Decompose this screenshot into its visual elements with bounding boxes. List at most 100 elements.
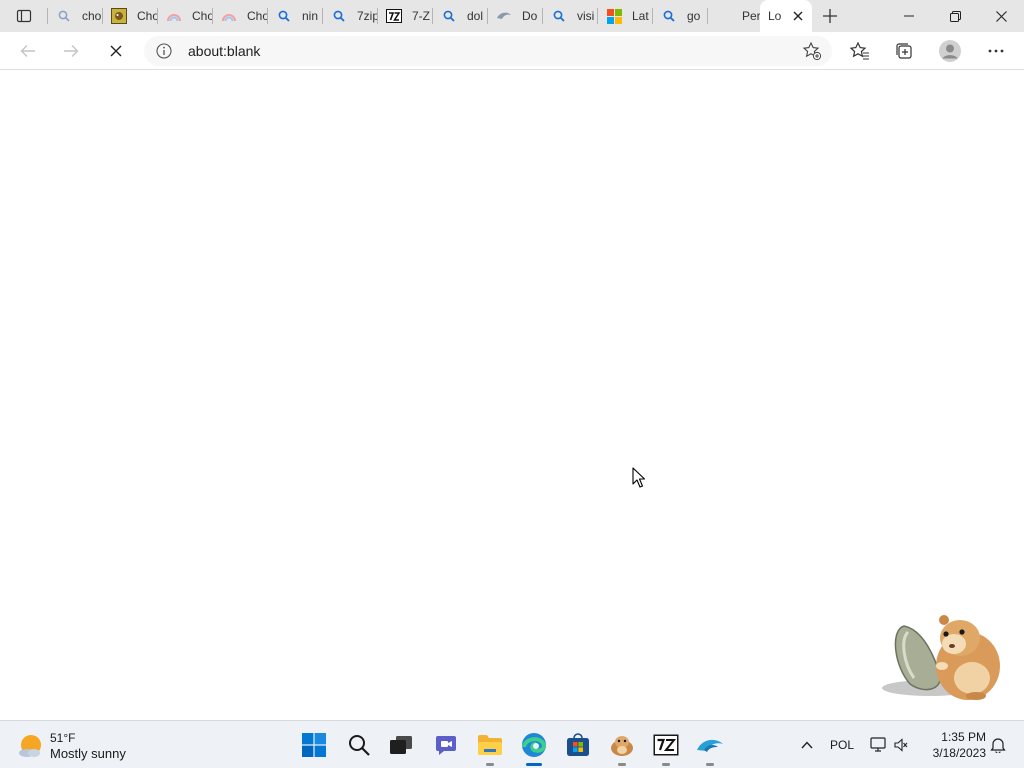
- tab[interactable]: 7-Z: [378, 4, 432, 28]
- edge-icon: [522, 733, 547, 757]
- tab[interactable]: visi: [543, 4, 597, 28]
- edge-button[interactable]: [516, 727, 552, 766]
- game-favicon: [111, 8, 127, 24]
- add-favorite-icon[interactable]: [802, 41, 822, 61]
- start-button[interactable]: [296, 727, 332, 763]
- microsoft-favicon: [606, 8, 622, 24]
- dolphin-app-button[interactable]: [692, 727, 728, 766]
- arrow-right-icon: [64, 45, 79, 57]
- taskbar-search-button[interactable]: [341, 727, 377, 763]
- running-indicator: [706, 763, 714, 766]
- close-icon: [793, 11, 803, 21]
- taskbar: 51°F Mostly sunny POL 1:35 PM 3/18/2023: [0, 720, 1024, 768]
- minimize-icon: [904, 15, 914, 17]
- clock[interactable]: 1:35 PM 3/18/2023: [922, 729, 986, 761]
- chat-icon: [436, 736, 456, 755]
- tab-title: Cho: [192, 9, 212, 23]
- tab-actions-button[interactable]: [8, 0, 40, 32]
- task-view-icon: [390, 736, 412, 754]
- 7zip-app-icon: [653, 734, 679, 756]
- chat-button[interactable]: [428, 727, 464, 763]
- tab-title: cho: [82, 9, 102, 23]
- search-icon: [349, 735, 370, 756]
- tab-strip: cho Cho Cho Cho nin 7zip 7-Z dol Do visi…: [0, 0, 1024, 32]
- weather-widget[interactable]: 51°F Mostly sunny: [18, 729, 158, 763]
- store-button[interactable]: [560, 727, 596, 763]
- running-indicator: [662, 763, 670, 766]
- notifications-button[interactable]: [988, 731, 1008, 759]
- weather-temperature: 51°F: [50, 731, 76, 745]
- tab[interactable]: Do: [488, 4, 542, 28]
- tab-title: dol: [467, 9, 484, 23]
- dolphin-favicon: [496, 8, 512, 24]
- tab-title: Lat: [632, 9, 649, 23]
- tab[interactable]: 7zip: [323, 4, 377, 28]
- tab[interactable]: cho: [48, 4, 102, 28]
- show-hidden-icons-button[interactable]: [796, 731, 818, 759]
- partly-sunny-icon: [19, 735, 41, 757]
- tab[interactable]: Cho: [103, 4, 157, 28]
- tab[interactable]: Cho: [158, 4, 212, 28]
- search-icon: [276, 8, 292, 24]
- address-bar[interactable]: about:blank: [144, 36, 832, 66]
- restore-button[interactable]: [932, 0, 978, 32]
- page-content[interactable]: [0, 71, 1024, 720]
- mouse-cursor-icon: [632, 467, 646, 488]
- new-tab-button[interactable]: [816, 2, 844, 30]
- tab-title: nin: [302, 9, 319, 23]
- blank-favicon: [716, 8, 732, 24]
- rainbow-favicon: [166, 8, 182, 24]
- favorites-button[interactable]: [844, 35, 876, 67]
- stop-loading-button[interactable]: [100, 35, 132, 67]
- tab[interactable]: dol: [433, 4, 487, 28]
- tab-title: visi: [577, 9, 595, 23]
- notification-bell-icon: [990, 738, 1006, 753]
- restore-icon: [949, 10, 961, 22]
- tab-title: Do: [522, 9, 538, 23]
- hamster-app-icon: [611, 736, 633, 756]
- running-indicator-active: [526, 763, 542, 766]
- tab-active[interactable]: Lo: [760, 0, 812, 32]
- 7zip-app-button[interactable]: [648, 727, 684, 766]
- tab-title: 7-Z: [412, 9, 430, 23]
- language-label: POL: [829, 738, 854, 752]
- network-icon: [870, 737, 886, 752]
- info-icon[interactable]: [156, 43, 172, 59]
- tab-title: 7zip: [357, 9, 377, 23]
- file-explorer-button[interactable]: [472, 727, 508, 766]
- close-window-button[interactable]: [978, 0, 1024, 32]
- collections-button[interactable]: [888, 35, 920, 67]
- tab-close-button[interactable]: [790, 8, 806, 24]
- start-icon: [302, 733, 326, 757]
- forward-button[interactable]: [55, 35, 87, 67]
- search-icon: [56, 8, 72, 24]
- tab-title: Per: [742, 9, 760, 23]
- address-text[interactable]: about:blank: [188, 43, 260, 59]
- favorites-icon: [850, 42, 869, 60]
- search-icon: [441, 8, 457, 24]
- weather-description: Mostly sunny: [50, 746, 126, 761]
- hamster-app-button[interactable]: [604, 727, 640, 766]
- running-indicator: [486, 763, 494, 766]
- settings-more-button[interactable]: [980, 35, 1012, 67]
- tab-title: Lo: [768, 9, 782, 23]
- more-horizontal-icon: [988, 49, 1004, 53]
- profile-button[interactable]: [934, 35, 966, 67]
- tab[interactable]: Lat: [598, 4, 652, 28]
- language-button[interactable]: POL: [826, 731, 858, 759]
- 7zip-favicon: [386, 8, 402, 24]
- volume-muted-icon: [894, 738, 908, 752]
- quick-settings-button[interactable]: [866, 731, 912, 759]
- tab[interactable]: nin: [268, 4, 322, 28]
- running-indicator: [618, 763, 626, 766]
- minimize-button[interactable]: [886, 0, 932, 32]
- tab-actions-icon: [16, 9, 32, 23]
- tab[interactable]: Per: [708, 4, 760, 28]
- arrow-left-icon: [20, 45, 35, 57]
- tab[interactable]: Cho: [213, 4, 267, 28]
- back-button[interactable]: [12, 35, 44, 67]
- tab[interactable]: go: [653, 4, 707, 28]
- browser-toolbar: about:blank: [0, 32, 1024, 70]
- task-view-button[interactable]: [383, 727, 419, 763]
- tab-title: Cho: [137, 9, 157, 23]
